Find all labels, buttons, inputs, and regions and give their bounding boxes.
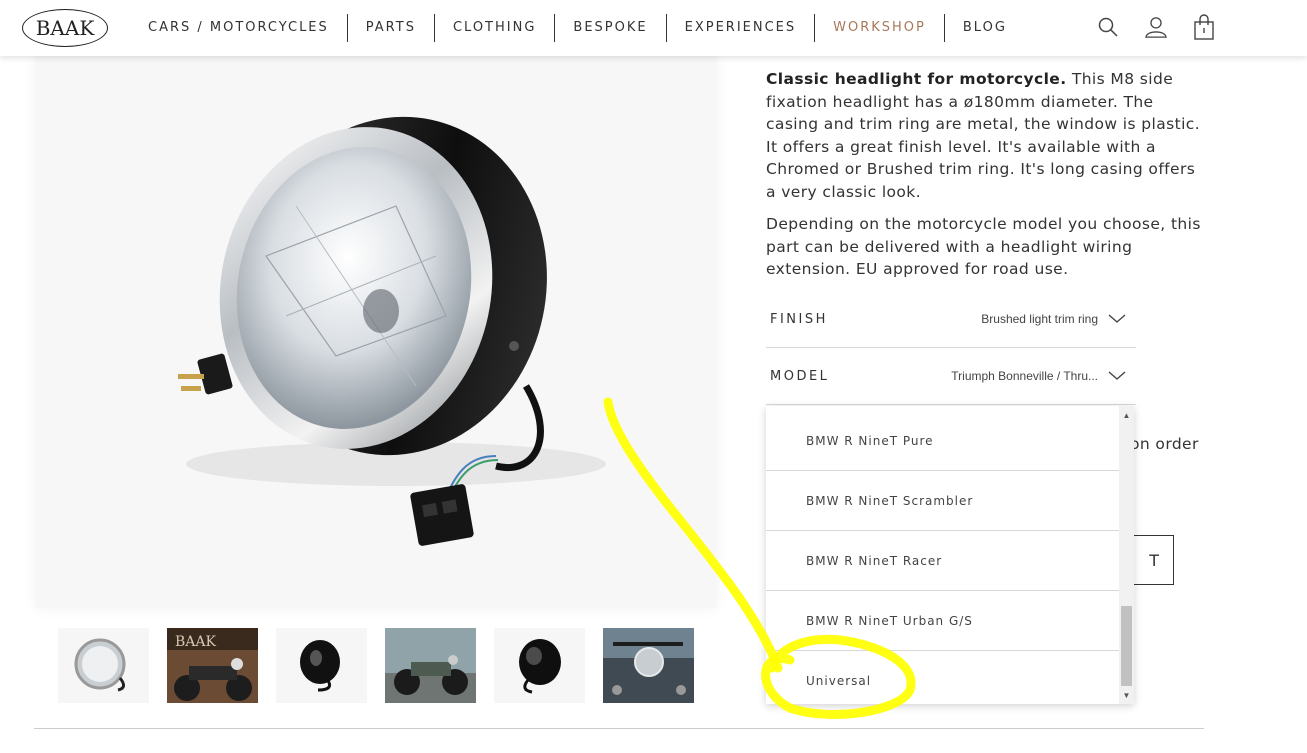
finish-value: Brushed light trim ring (981, 312, 1098, 326)
baak-logo[interactable]: BAAK (22, 9, 108, 47)
nav-parts[interactable]: PARTS (348, 14, 435, 42)
nav-bespoke[interactable]: BESPOKE (555, 14, 667, 42)
thumbnail-black-shell-angle[interactable] (494, 628, 585, 703)
site-header: BAAK CARS / MOTORCYCLES PARTS CLOTHING B… (0, 0, 1307, 56)
model-option-bmw-r-ninet-racer[interactable]: BMW R NineT Racer (766, 531, 1119, 591)
scroll-up-icon[interactable]: ▲ (1119, 408, 1134, 422)
model-option-bmw-r-ninet-scrambler[interactable]: BMW R NineT Scrambler (766, 471, 1119, 531)
description-body: This M8 side fixation headlight has a ø1… (766, 70, 1201, 201)
model-label: MODEL (770, 368, 830, 384)
shopping-bag-icon[interactable] (1193, 14, 1215, 40)
availability-text: on order (1130, 435, 1199, 453)
logo-text: BAAK (35, 16, 95, 40)
product-main-image[interactable] (36, 56, 716, 608)
thumbnail-motorcycle-outdoor[interactable] (385, 628, 476, 703)
nav-blog[interactable]: BLOG (945, 14, 1025, 42)
model-option-bmw-r-ninet-pure[interactable]: BMW R NineT Pure (766, 411, 1119, 471)
dropdown-scrollbar[interactable]: ▲ ▼ (1119, 406, 1134, 704)
finish-label: FINISH (770, 311, 828, 327)
scroll-down-icon[interactable]: ▼ (1119, 688, 1134, 702)
model-select[interactable]: MODEL Triumph Bonneville / Thru... (766, 348, 1136, 405)
model-option-bmw-r-ninet-urban-gs[interactable]: BMW R NineT Urban G/S (766, 591, 1119, 651)
nav-workshop[interactable]: WORKSHOP (815, 14, 945, 42)
thumbnail-mounted-headlight[interactable] (603, 628, 694, 703)
finish-select[interactable]: FINISH Brushed light trim ring (766, 291, 1136, 348)
nav-clothing[interactable]: CLOTHING (435, 14, 556, 42)
section-divider (34, 728, 1204, 729)
user-icon[interactable] (1145, 14, 1167, 40)
main-nav: CARS / MOTORCYCLES PARTS CLOTHING BESPOK… (130, 14, 1025, 42)
thumbnail-strip: BAAK (58, 628, 694, 703)
description-paragraph-1: Classic headlight for motorcycle. This M… (766, 68, 1206, 203)
product-description: Classic headlight for motorcycle. This M… (766, 68, 1206, 291)
add-to-cart-label: T (1149, 550, 1159, 570)
scrollbar-thumb[interactable] (1121, 606, 1132, 686)
thumbnail-chrome-front[interactable] (58, 628, 149, 703)
model-value: Triumph Bonneville / Thru... (951, 369, 1098, 383)
thumbnail-black-shell[interactable] (276, 628, 367, 703)
chevron-down-icon (1108, 371, 1128, 381)
model-option-universal[interactable]: Universal (766, 651, 1119, 704)
nav-cars-motorcycles[interactable]: CARS / MOTORCYCLES (130, 14, 348, 42)
svg-text:BAAK: BAAK (175, 634, 217, 650)
thumbnail-motorcycle-shop[interactable]: BAAK (167, 628, 258, 703)
header-icons (1097, 14, 1215, 40)
description-lead: Classic headlight for motorcycle. (766, 70, 1067, 88)
description-paragraph-2: Depending on the motorcycle model you ch… (766, 215, 1201, 278)
nav-experiences[interactable]: EXPERIENCES (667, 14, 816, 42)
search-icon[interactable] (1097, 14, 1119, 40)
chevron-down-icon (1108, 314, 1128, 324)
model-options: BMW R NineT Pure BMW R NineT Scrambler B… (766, 411, 1119, 704)
model-dropdown-list: BMW R NineT Pure BMW R NineT Scrambler B… (766, 406, 1134, 704)
